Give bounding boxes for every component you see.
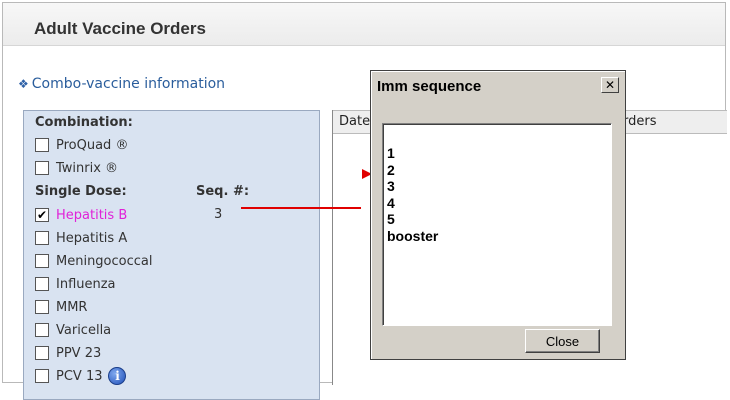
hepatitis-b-checkbox[interactable]: ✔ — [35, 208, 49, 222]
combination-heading: Combination: — [35, 115, 133, 130]
sequence-option[interactable]: 1 — [383, 145, 438, 162]
dialog-title: Imm sequence — [377, 78, 482, 95]
page-header: Adult Vaccine Orders — [3, 3, 725, 46]
column-header-date[interactable]: Date — [339, 114, 370, 129]
vaccine-row-ppv23[interactable]: PPV 23 — [35, 344, 101, 362]
vaccine-label: Varicella — [56, 322, 112, 338]
annotation-connector-line — [241, 207, 361, 209]
sequence-option[interactable]: 5 — [383, 211, 438, 228]
vaccine-selection-panel: Combination: ProQuad ® Twinrix ® Single … — [23, 110, 320, 400]
combo-vaccine-info-link[interactable]: ❖ Combo-vaccine information — [18, 76, 225, 92]
sequence-option[interactable]: booster — [383, 228, 438, 245]
pcv13-checkbox[interactable] — [35, 369, 49, 383]
vaccine-label: Meningococcal — [56, 253, 153, 269]
meningococcal-checkbox[interactable] — [35, 254, 49, 268]
hepatitis-b-seq-value: 3 — [214, 207, 223, 222]
vaccine-row-influenza[interactable]: Influenza — [35, 275, 116, 293]
hepatitis-a-checkbox[interactable] — [35, 231, 49, 245]
vaccine-row-hepatitis-b[interactable]: ✔ Hepatitis B — [35, 206, 127, 224]
vaccine-label: Influenza — [56, 276, 116, 292]
vaccine-label: Hepatitis A — [56, 230, 128, 246]
vaccine-row-pcv13[interactable]: PCV 13 i — [35, 367, 127, 385]
close-icon[interactable]: ✕ — [601, 77, 619, 93]
vaccine-label: MMR — [56, 299, 88, 315]
sequence-option[interactable]: 3 — [383, 178, 438, 195]
mmr-checkbox[interactable] — [35, 300, 49, 314]
twinrix-checkbox[interactable] — [35, 161, 49, 175]
imm-sequence-dialog: Imm sequence ✕ 1 2 3 4 5 booster Close — [370, 70, 626, 360]
info-icon[interactable]: i — [108, 367, 127, 385]
vaccine-label: ProQuad ® — [56, 137, 129, 153]
vaccine-row-hepatitis-a[interactable]: Hepatitis A — [35, 229, 127, 247]
column-header-orders[interactable]: rders — [623, 114, 656, 129]
vaccine-row-varicella[interactable]: Varicella — [35, 321, 111, 339]
sequence-list: 1 2 3 4 5 booster — [383, 145, 438, 244]
vaccine-label: PPV 23 — [56, 345, 102, 361]
vaccine-row-proquad[interactable]: ProQuad ® — [35, 136, 128, 154]
page-title: Adult Vaccine Orders — [34, 19, 206, 38]
diamond-icon: ❖ — [18, 77, 29, 91]
vaccine-label: Twinrix ® — [56, 160, 119, 176]
close-button[interactable]: Close — [525, 329, 600, 353]
vaccine-row-mmr[interactable]: MMR — [35, 298, 87, 316]
vaccine-label: Hepatitis B — [56, 207, 128, 223]
vaccine-row-meningococcal[interactable]: Meningococcal — [35, 252, 152, 270]
vaccine-row-twinrix[interactable]: Twinrix ® — [35, 159, 118, 177]
vaccine-label: PCV 13 — [56, 368, 103, 384]
dialog-titlebar[interactable]: Imm sequence ✕ — [373, 75, 623, 97]
proquad-checkbox[interactable] — [35, 138, 49, 152]
sequence-listbox[interactable]: 1 2 3 4 5 booster — [382, 123, 612, 326]
sequence-option[interactable]: 4 — [383, 195, 438, 212]
sequence-option[interactable]: 2 — [383, 162, 438, 179]
varicella-checkbox[interactable] — [35, 323, 49, 337]
combo-link-label: Combo-vaccine information — [31, 76, 226, 92]
single-dose-heading: Single Dose: — [35, 184, 127, 199]
ppv23-checkbox[interactable] — [35, 346, 49, 360]
seq-number-heading: Seq. #: — [196, 184, 250, 199]
influenza-checkbox[interactable] — [35, 277, 49, 291]
